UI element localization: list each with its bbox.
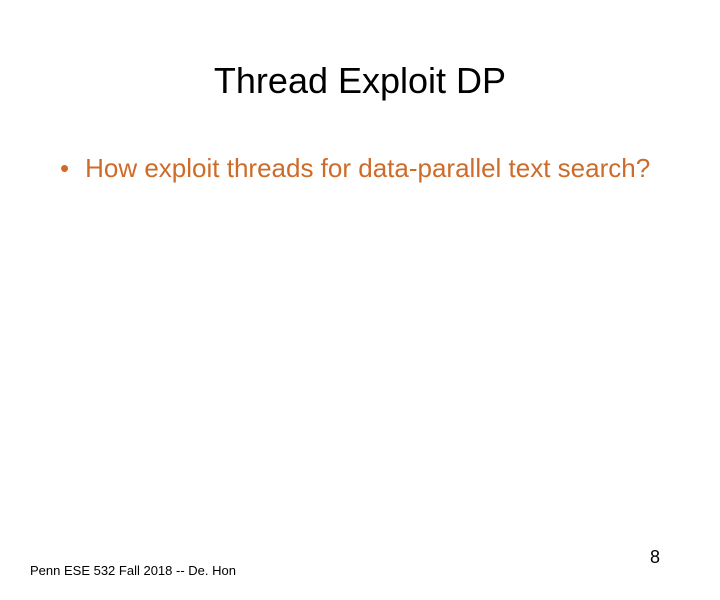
slide-title: Thread Exploit DP: [0, 60, 720, 102]
bullet-text: How exploit threads for data-parallel te…: [85, 152, 650, 186]
page-number: 8: [650, 547, 660, 568]
slide-content: • How exploit threads for data-parallel …: [0, 152, 720, 186]
slide-footer: Penn ESE 532 Fall 2018 -- De. Hon: [30, 563, 236, 578]
slide: Thread Exploit DP • How exploit threads …: [0, 60, 720, 600]
bullet-item: • How exploit threads for data-parallel …: [60, 152, 660, 186]
bullet-marker: •: [60, 152, 69, 186]
